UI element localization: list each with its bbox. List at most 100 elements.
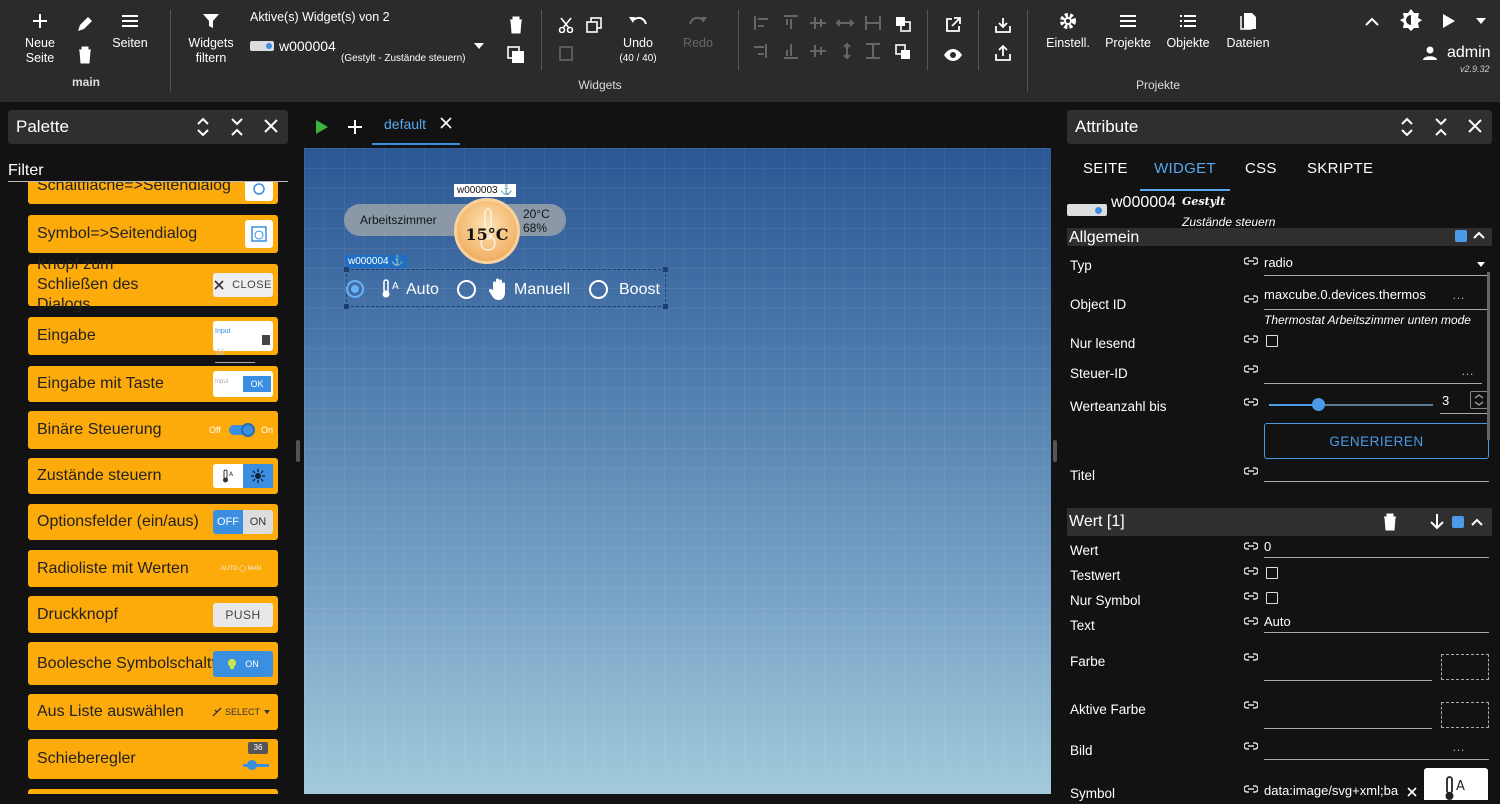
- palette-item[interactable]: Zustände steuern A: [28, 458, 278, 494]
- checked-checkbox[interactable]: [1455, 230, 1467, 242]
- link-icon[interactable]: [1244, 784, 1258, 794]
- palette-item[interactable]: Eingabe mit Taste Input OK: [28, 366, 278, 402]
- open-external-icon[interactable]: [942, 14, 964, 36]
- play-icon[interactable]: [1438, 10, 1460, 32]
- redo-button[interactable]: Redo: [678, 10, 718, 51]
- resize-handle[interactable]: [1053, 440, 1057, 462]
- checked-checkbox[interactable]: [1452, 516, 1464, 528]
- send-back-icon[interactable]: [892, 41, 914, 63]
- active-widget-select[interactable]: w000004 (Gestylt - Zustände steuern): [250, 38, 490, 66]
- palette-item[interactable]: Boolesche Symbolschaltfläche ON: [28, 642, 278, 685]
- link-icon[interactable]: [1244, 541, 1258, 551]
- close-icon[interactable]: [1468, 119, 1482, 133]
- testvalue-checkbox[interactable]: [1266, 567, 1278, 579]
- tab-default[interactable]: default: [372, 102, 460, 145]
- color-swatch[interactable]: [1441, 654, 1489, 680]
- pencil-icon[interactable]: [74, 13, 96, 35]
- filter-widgets-button[interactable]: Widgets filtern: [186, 10, 236, 66]
- bring-front-icon[interactable]: [892, 13, 914, 35]
- link-icon[interactable]: [1244, 364, 1258, 374]
- palette-item[interactable]: Druckknopf PUSH: [28, 596, 278, 633]
- theme-icon[interactable]: [1400, 9, 1422, 31]
- readonly-checkbox[interactable]: [1266, 335, 1278, 347]
- symbol-preview[interactable]: A: [1424, 768, 1488, 800]
- tab-seite[interactable]: SEITE: [1083, 160, 1128, 190]
- radio-boost[interactable]: [589, 280, 608, 299]
- link-icon[interactable]: [1244, 466, 1258, 476]
- link-icon[interactable]: [1244, 591, 1258, 601]
- pages-button[interactable]: Seiten: [110, 10, 150, 51]
- section-wert-1[interactable]: Wert [1]: [1067, 508, 1492, 536]
- objects-button[interactable]: Objekte: [1163, 10, 1213, 51]
- editor-canvas[interactable]: w000003 ⚓ Arbeitszimmer 20°C 68% 15°C w0…: [304, 148, 1051, 794]
- stepper-icon[interactable]: [1470, 391, 1488, 409]
- palette-item[interactable]: Knopf zum Schließen des Dialogs CLOSE: [28, 256, 278, 313]
- color-input[interactable]: [1264, 659, 1432, 681]
- title-input[interactable]: [1264, 460, 1489, 482]
- more-icon[interactable]: …: [1461, 362, 1474, 380]
- chevron-up-icon[interactable]: [1361, 10, 1383, 32]
- delete-widget-icon[interactable]: [505, 14, 527, 36]
- link-icon[interactable]: [1244, 294, 1258, 304]
- files-button[interactable]: Dateien: [1223, 10, 1273, 51]
- resize-handle[interactable]: [296, 440, 300, 462]
- eye-icon[interactable]: [942, 44, 964, 66]
- slider-thumb[interactable]: [1312, 398, 1325, 411]
- palette-item[interactable]: Radioliste mit Werten AUTO ◯ MAN: [28, 550, 278, 587]
- close-icon[interactable]: [264, 119, 278, 133]
- tab-skripte[interactable]: SKRIPTE: [1307, 160, 1373, 190]
- link-icon[interactable]: [1244, 700, 1258, 710]
- cut-icon[interactable]: [555, 14, 577, 36]
- chevron-up-icon[interactable]: [1473, 231, 1485, 239]
- image-input[interactable]: …: [1264, 738, 1489, 760]
- projects-button[interactable]: Projekte: [1103, 10, 1153, 51]
- settings-button[interactable]: Einstell.: [1044, 10, 1092, 51]
- section-allgemein[interactable]: Allgemein: [1067, 228, 1492, 246]
- user-menu[interactable]: admin: [1423, 44, 1491, 62]
- play-icon[interactable]: [316, 120, 328, 134]
- palette-item[interactable]: Optionsfelder (ein/aus) OFF ON: [28, 504, 278, 540]
- count-input[interactable]: 3: [1440, 391, 1488, 414]
- paste-icon[interactable]: [555, 42, 577, 64]
- symbol-input[interactable]: data:image/svg+xml;ba: [1264, 782, 1424, 804]
- tab-css[interactable]: CSS: [1245, 160, 1277, 190]
- collapse-icon[interactable]: [230, 117, 244, 137]
- generate-button[interactable]: GENERIEREN: [1264, 423, 1489, 459]
- clear-icon[interactable]: [1407, 787, 1417, 797]
- value-input[interactable]: 0: [1264, 538, 1489, 558]
- copy-icon[interactable]: [583, 14, 605, 36]
- link-icon[interactable]: [1244, 397, 1258, 407]
- import-icon[interactable]: [992, 14, 1014, 36]
- tab-widget[interactable]: WIDGET: [1140, 160, 1230, 191]
- palette-item[interactable]: Symbol=>Seitendialog: [28, 215, 278, 253]
- object-id-input[interactable]: maxcube.0.devices.thermos…: [1264, 286, 1489, 310]
- expand-icon[interactable]: [196, 117, 210, 137]
- link-icon[interactable]: [1244, 616, 1258, 626]
- type-select[interactable]: radio: [1264, 254, 1489, 276]
- link-icon[interactable]: [1244, 334, 1258, 344]
- link-icon[interactable]: [1244, 256, 1258, 266]
- expand-icon[interactable]: [1400, 117, 1414, 137]
- chevron-up-icon[interactable]: [1471, 518, 1483, 526]
- palette-filter-input[interactable]: Filter: [8, 162, 288, 182]
- palette-item[interactable]: Aus Liste auswählen SELECT: [28, 694, 278, 730]
- active-color-swatch[interactable]: [1441, 702, 1489, 728]
- collapse-icon[interactable]: [1434, 117, 1448, 137]
- link-icon[interactable]: [1244, 566, 1258, 576]
- new-page-button[interactable]: Neue Seite: [18, 10, 62, 66]
- arrow-down-icon[interactable]: [1430, 514, 1444, 530]
- export-icon[interactable]: [992, 42, 1014, 64]
- count-slider[interactable]: [1269, 398, 1433, 411]
- copy-widget-icon[interactable]: [505, 44, 527, 66]
- palette-item[interactable]: Eingabe Input 42: [28, 317, 278, 363]
- states-widget[interactable]: A Auto Manuell Boost: [344, 267, 668, 309]
- palette-item[interactable]: Schaltfläche=>Seitendialog: [28, 182, 278, 204]
- symbol-only-checkbox[interactable]: [1266, 592, 1278, 604]
- palette-item[interactable]: Binäre Steuerung Off On: [28, 411, 278, 449]
- link-icon[interactable]: [1244, 741, 1258, 751]
- radio-manual[interactable]: [457, 280, 476, 299]
- more-icon[interactable]: …: [1452, 286, 1465, 304]
- add-tab-icon[interactable]: [348, 120, 362, 134]
- close-icon[interactable]: [440, 117, 452, 129]
- control-id-input[interactable]: …: [1264, 362, 1482, 384]
